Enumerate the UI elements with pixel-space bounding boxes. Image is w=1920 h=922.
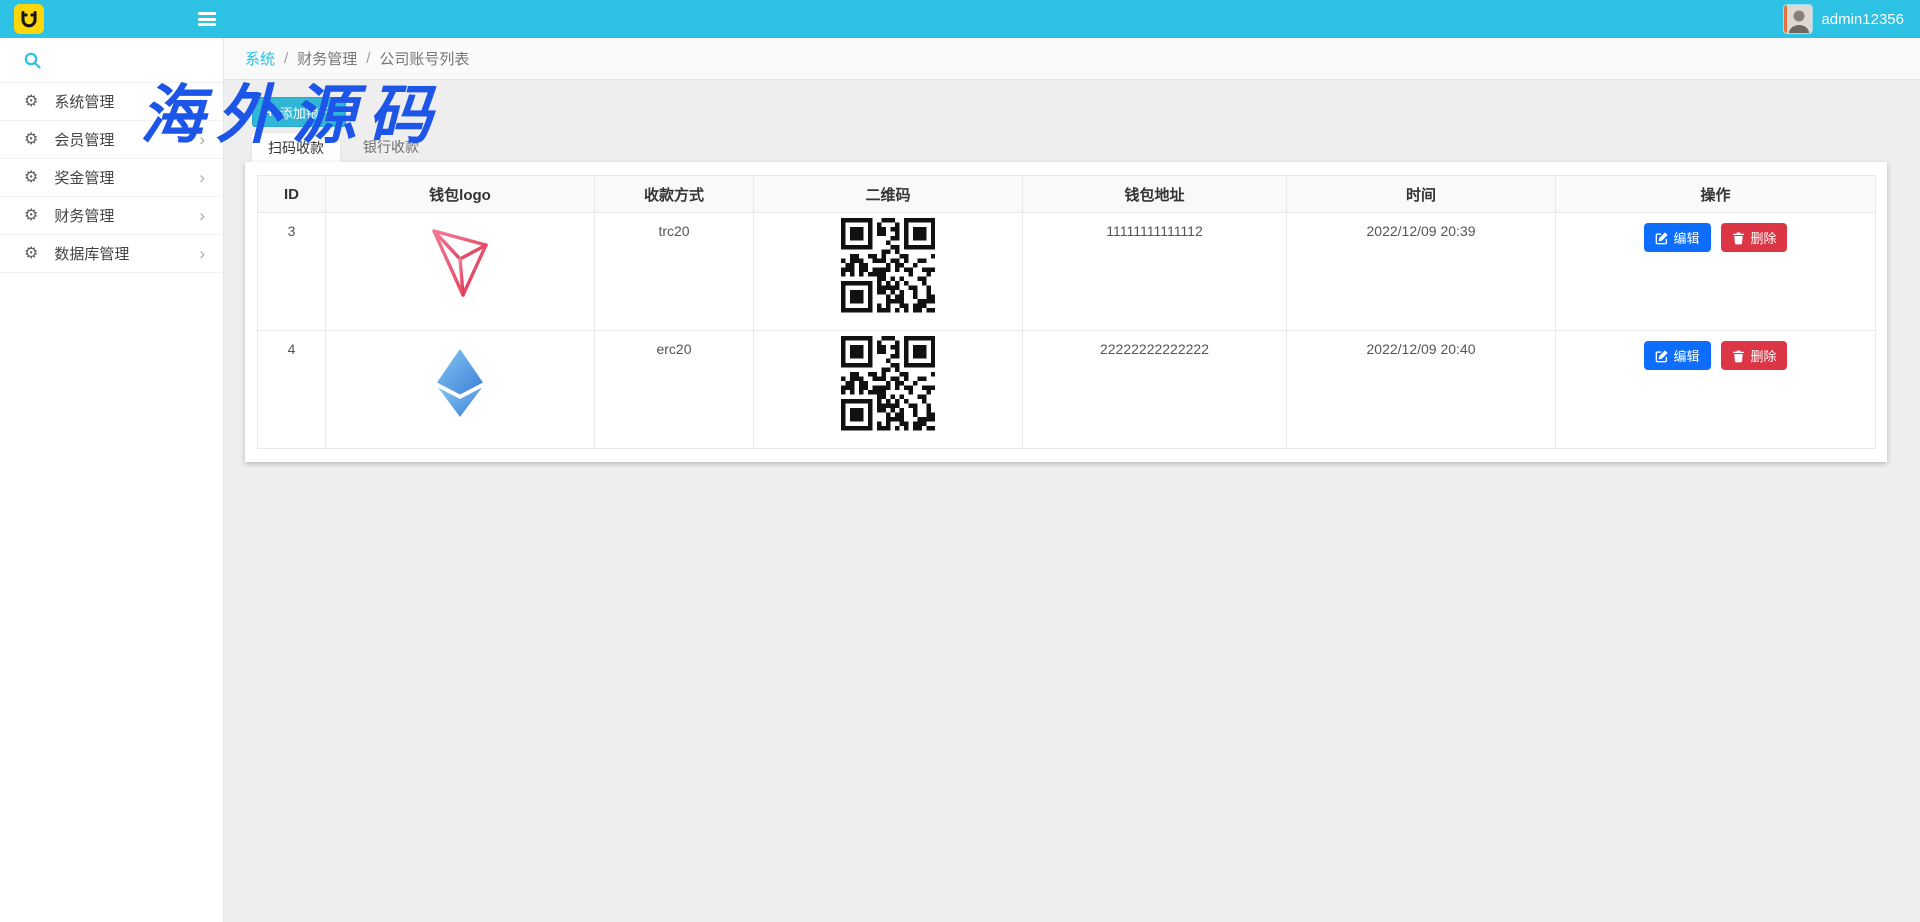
breadcrumb-separator: /	[284, 50, 288, 67]
delete-button[interactable]: 删除	[1721, 223, 1787, 252]
gear-icon: ⚙	[24, 132, 38, 148]
table-header-row: ID 钱包logo 收款方式 二维码 钱包地址 时间 操作	[258, 176, 1876, 213]
sidebar-item-label: 财务管理	[54, 205, 114, 226]
qr-code-image	[754, 218, 1022, 316]
cell-actions: 编辑 删除	[1556, 213, 1876, 331]
cell-wallet-address: 11111111111112	[1023, 213, 1287, 331]
edit-button-label: 编辑	[1674, 346, 1700, 365]
sidebar-item-label: 系统管理	[54, 91, 114, 112]
avatar-photo-icon	[1784, 5, 1812, 33]
sidebar-search[interactable]	[0, 38, 223, 83]
sidebar-item-database[interactable]: ⚙ 数据库管理 ›	[0, 235, 223, 273]
delete-button-label: 删除	[1750, 346, 1776, 365]
table-row: 4 erc20	[258, 331, 1876, 449]
cell-time: 2022/12/09 20:40	[1287, 331, 1556, 449]
qr-code-image	[754, 336, 1022, 434]
ethereum-logo-icon	[436, 349, 484, 417]
chevron-right-icon: ›	[199, 207, 205, 224]
cell-time: 2022/12/09 20:39	[1287, 213, 1556, 331]
cell-actions: 编辑 删除	[1556, 331, 1876, 449]
sidebar-item-finance[interactable]: ⚙ 财务管理 ›	[0, 197, 223, 235]
col-header-address: 钱包地址	[1023, 176, 1287, 213]
chevron-right-icon: ›	[199, 169, 205, 186]
trash-icon	[1732, 349, 1745, 363]
sidebar-item-system[interactable]: ⚙ 系统管理 ›	[0, 83, 223, 121]
delete-button-label: 删除	[1750, 228, 1776, 247]
breadcrumb-item-accounts: 公司账号列表	[379, 48, 469, 69]
tab-scan-pay[interactable]: 扫码收款	[251, 132, 341, 162]
chevron-right-icon: ›	[199, 131, 205, 148]
breadcrumb: 系统 / 财务管理 / 公司账号列表	[224, 38, 1920, 80]
main-content: 系统 / 财务管理 / 公司账号列表 + 添加银行 扫码收款 银行收款 ID 钱…	[224, 38, 1920, 922]
plus-icon: +	[266, 105, 275, 120]
edit-pencil-icon	[1655, 231, 1669, 245]
search-icon	[24, 52, 41, 69]
app-logo[interactable]	[14, 4, 44, 34]
user-avatar	[1784, 5, 1812, 33]
edit-button[interactable]: 编辑	[1644, 223, 1711, 252]
sidebar-item-label: 数据库管理	[54, 243, 129, 264]
edit-button[interactable]: 编辑	[1644, 341, 1711, 370]
cell-wallet-address: 22222222222222	[1023, 331, 1287, 449]
col-header-time: 时间	[1287, 176, 1556, 213]
sidebar-item-members[interactable]: ⚙ 会员管理 ›	[0, 121, 223, 159]
col-header-id: ID	[258, 176, 326, 213]
add-bank-button-label: 添加银行	[280, 103, 332, 122]
chevron-right-icon: ›	[199, 93, 205, 110]
accounts-table: ID 钱包logo 收款方式 二维码 钱包地址 时间 操作 3	[257, 175, 1876, 449]
sidebar-item-label: 会员管理	[54, 129, 114, 150]
trash-icon	[1732, 231, 1745, 245]
cell-id: 3	[258, 213, 326, 331]
cell-id: 4	[258, 331, 326, 449]
tron-logo-icon	[428, 225, 492, 299]
cell-method: erc20	[595, 331, 754, 449]
edit-button-label: 编辑	[1674, 228, 1700, 247]
user-menu[interactable]: admin12356	[1784, 5, 1920, 33]
cell-wallet-logo	[326, 213, 595, 331]
gear-icon: ⚙	[24, 170, 38, 186]
sidebar-item-bonus[interactable]: ⚙ 奖金管理 ›	[0, 159, 223, 197]
breadcrumb-item-finance: 财务管理	[297, 48, 357, 69]
gear-icon: ⚙	[24, 94, 38, 110]
edit-pencil-icon	[1655, 349, 1669, 363]
col-header-wallet-logo: 钱包logo	[326, 176, 595, 213]
smiley-u-logo-icon	[14, 4, 44, 34]
cell-wallet-logo	[326, 331, 595, 449]
accounts-panel: ID 钱包logo 收款方式 二维码 钱包地址 时间 操作 3	[245, 162, 1887, 462]
top-bar: admin12356	[0, 0, 1920, 38]
delete-button[interactable]: 删除	[1721, 341, 1787, 370]
gear-icon: ⚙	[24, 246, 38, 262]
add-bank-button[interactable]: + 添加银行	[252, 97, 346, 127]
table-row: 3	[258, 213, 1876, 331]
username-label: admin12356	[1821, 11, 1904, 28]
gear-icon: ⚙	[24, 208, 38, 224]
col-header-method: 收款方式	[595, 176, 754, 213]
breadcrumb-separator: /	[366, 50, 370, 67]
tab-bar: 扫码收款 银行收款	[251, 132, 441, 162]
hamburger-menu-icon[interactable]	[198, 12, 216, 26]
tab-bank-pay[interactable]: 银行收款	[341, 132, 441, 162]
col-header-qrcode: 二维码	[754, 176, 1023, 213]
sidebar: ⚙ 系统管理 › ⚙ 会员管理 › ⚙ 奖金管理 › ⚙ 财务管理 › ⚙ 数据…	[0, 38, 224, 922]
breadcrumb-link-system[interactable]: 系统	[245, 48, 275, 69]
cell-method: trc20	[595, 213, 754, 331]
cell-qrcode	[754, 213, 1023, 331]
chevron-right-icon: ›	[199, 245, 205, 262]
sidebar-item-label: 奖金管理	[54, 167, 114, 188]
cell-qrcode	[754, 331, 1023, 449]
col-header-actions: 操作	[1556, 176, 1876, 213]
